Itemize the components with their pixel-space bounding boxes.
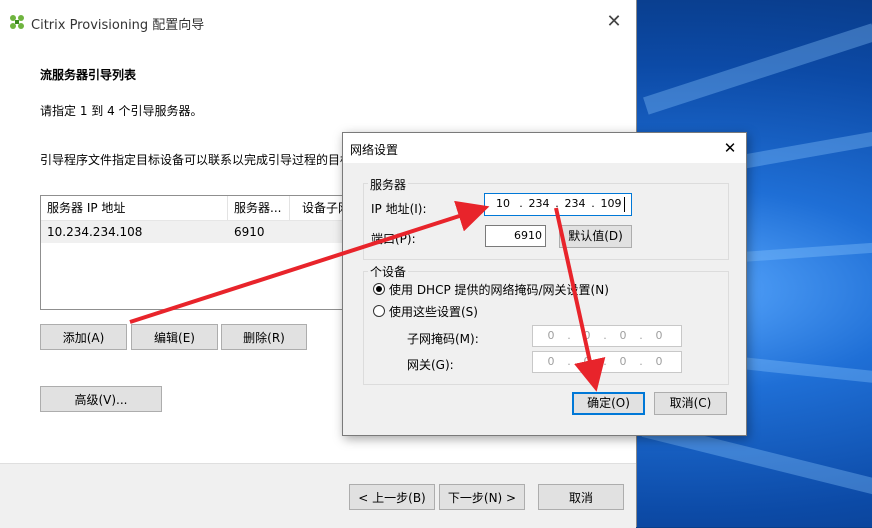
subnet-mask-input: 0 . 0 . 0 . 0 <box>532 325 682 347</box>
port-input[interactable]: 6910 <box>485 225 546 247</box>
gateway-input: 0 . 0 . 0 . 0 <box>532 351 682 373</box>
subnet-octet-2: 0 <box>583 329 591 342</box>
custom-settings-radio-label[interactable]: 使用这些设置(S) <box>389 303 478 320</box>
list-header: 服务器 IP 地址 服务器... 设备子网 <box>41 196 381 221</box>
gateway-octet-4: 0 <box>655 355 663 368</box>
boot-server-list[interactable]: 服务器 IP 地址 服务器... 设备子网 10.234.234.108 691… <box>40 195 382 310</box>
ip-octet-1: 10 <box>496 197 510 210</box>
device-group-label: 个设备 <box>368 263 409 280</box>
subnet-octet-3: 0 <box>619 329 627 342</box>
gateway-octet-1: 0 <box>547 355 555 368</box>
instruction-text-2: 引导程序文件指定目标设备可以联系以完成引导过程的目标 <box>40 153 353 167</box>
server-group-label: 服务器 <box>368 176 409 193</box>
wizard-titlebar: Citrix Provisioning 配置向导 ✕ <box>0 0 636 44</box>
ip-dot: . <box>603 329 607 342</box>
ip-dot: . <box>639 355 643 368</box>
ip-dot: . <box>555 197 559 210</box>
custom-settings-radio[interactable] <box>373 305 385 317</box>
wizard-footer: < 上一步(B) 下一步(N) > 取消 <box>0 463 636 528</box>
gateway-label: 网关(G): <box>407 358 454 372</box>
close-icon[interactable]: ✕ <box>718 136 742 160</box>
subnet-octet-1: 0 <box>547 329 555 342</box>
cancel-button[interactable]: 取消 <box>538 484 624 510</box>
table-row[interactable]: 10.234.234.108 6910 <box>41 221 381 243</box>
ip-octet-2: 234 <box>528 197 550 210</box>
delete-button[interactable]: 删除(R) <box>221 324 307 350</box>
network-settings-dialog: 网络设置 ✕ 服务器 IP 地址(I): 10 . 234 . 234 . 10… <box>342 132 747 436</box>
ip-dot: . <box>519 197 523 210</box>
default-port-button[interactable]: 默认值(D) <box>559 225 632 248</box>
dialog-title: 网络设置 <box>350 143 399 157</box>
ip-dot: . <box>639 329 643 342</box>
gateway-octet-3: 0 <box>619 355 627 368</box>
next-button[interactable]: 下一步(N) > <box>439 484 525 510</box>
text-cursor <box>624 197 625 212</box>
ip-octet-4: 109 <box>600 197 622 210</box>
ip-dot: . <box>567 355 571 368</box>
ip-octet-3: 234 <box>564 197 586 210</box>
instruction-text: 请指定 1 到 4 个引导服务器。 <box>40 104 203 118</box>
window-title: Citrix Provisioning 配置向导 <box>31 18 205 33</box>
dhcp-radio[interactable] <box>373 283 385 295</box>
dhcp-radio-label[interactable]: 使用 DHCP 提供的网络掩码/网关设置(N) <box>389 281 609 298</box>
edit-button[interactable]: 编辑(E) <box>131 324 218 350</box>
subnet-octet-4: 0 <box>655 329 663 342</box>
ip-label: IP 地址(I): <box>371 202 427 216</box>
ip-dot: . <box>591 197 595 210</box>
close-icon[interactable]: ✕ <box>600 8 628 36</box>
ip-dot: . <box>567 329 571 342</box>
ip-dot: . <box>603 355 607 368</box>
back-button[interactable]: < 上一步(B) <box>349 484 435 510</box>
subnet-label: 子网掩码(M): <box>407 332 479 346</box>
add-button[interactable]: 添加(A) <box>40 324 127 350</box>
row-ip: 10.234.234.108 <box>47 225 143 239</box>
dialog-titlebar: 网络设置 ✕ <box>343 133 746 163</box>
dialog-cancel-button[interactable]: 取消(C) <box>654 392 727 415</box>
page-heading: 流服务器引导列表 <box>40 68 137 82</box>
column-header-port[interactable]: 服务器... <box>228 196 290 220</box>
citrix-logo-icon <box>10 15 24 29</box>
port-label: 端口(P): <box>371 232 416 246</box>
gateway-octet-2: 0 <box>583 355 591 368</box>
ok-button[interactable]: 确定(O) <box>572 392 645 415</box>
column-header-ip[interactable]: 服务器 IP 地址 <box>41 196 228 220</box>
ip-address-input[interactable]: 10 . 234 . 234 . 109 <box>484 193 632 216</box>
advanced-button[interactable]: 高级(V)... <box>40 386 162 412</box>
row-port: 6910 <box>234 225 265 239</box>
